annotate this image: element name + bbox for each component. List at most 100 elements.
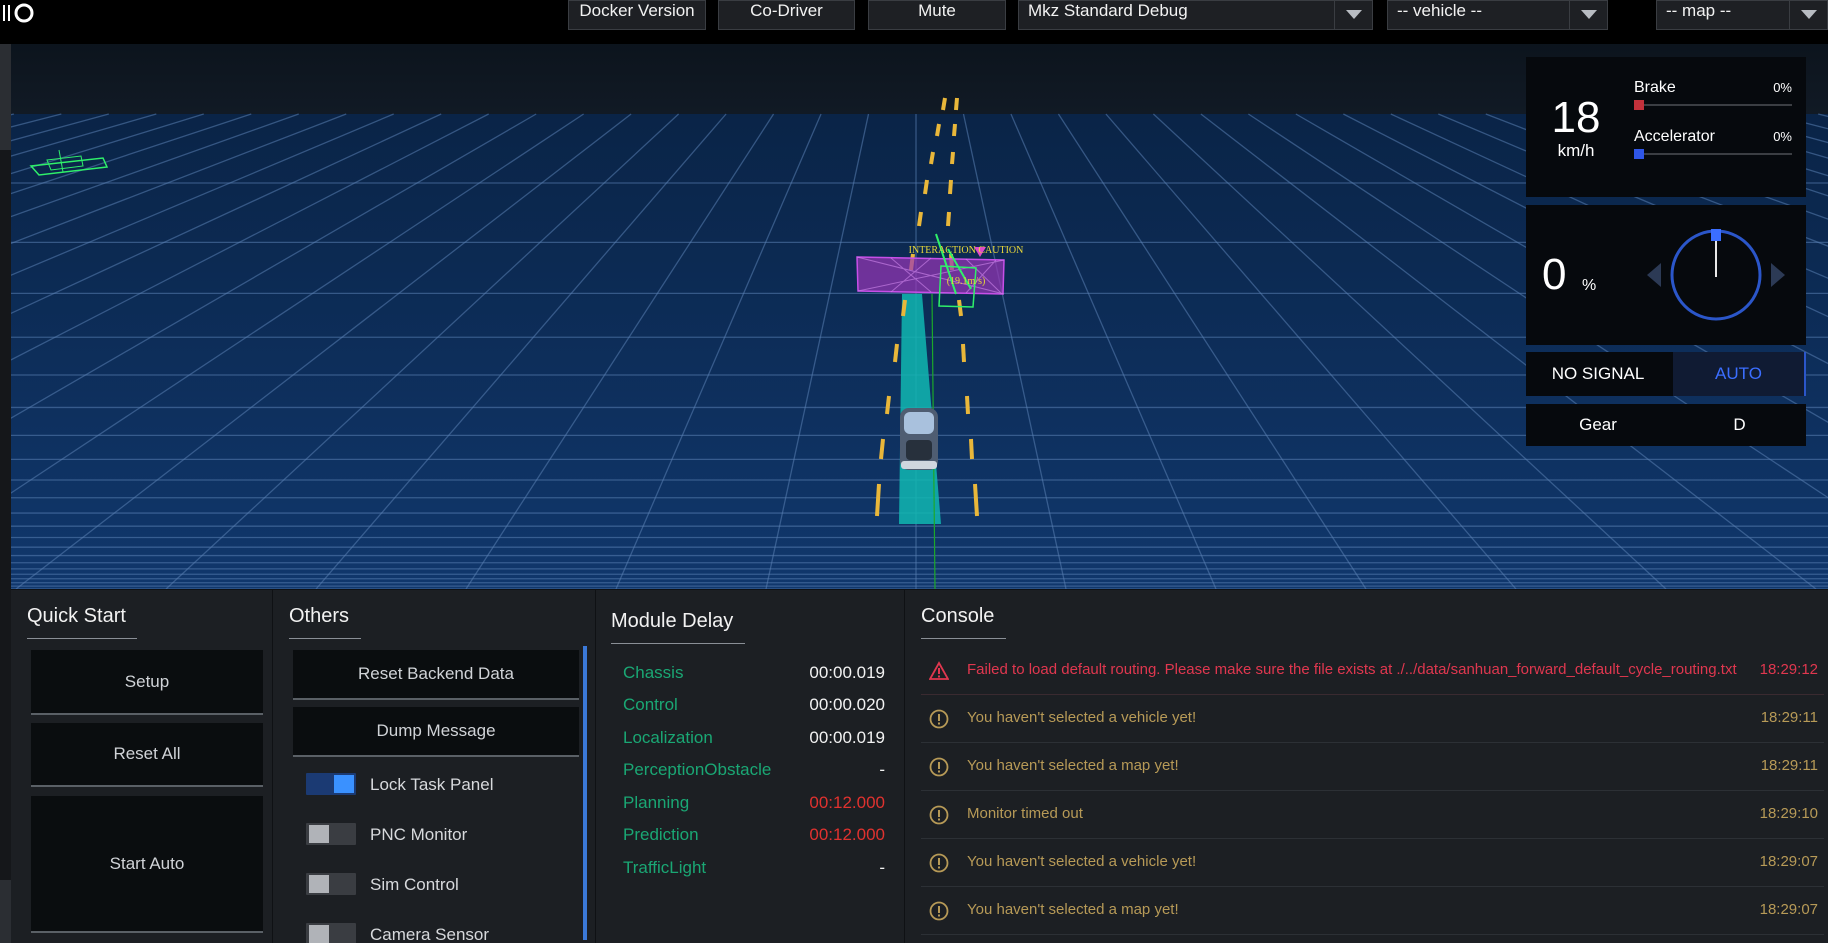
console-message: You haven't selected a vehicle yet! 18:2… <box>921 695 1824 743</box>
module-name: Control <box>623 695 678 714</box>
module-delay-value: - <box>879 760 885 779</box>
sim-control-toggle[interactable] <box>306 873 356 895</box>
top-header: Docker Version Co-Driver Mute Mkz Standa… <box>0 0 1828 44</box>
title-underline <box>921 638 1006 639</box>
toggle-knob <box>309 925 329 943</box>
console-message-time: 18:29:07 <box>1759 853 1818 870</box>
lock-task-panel-toggle[interactable] <box>306 773 356 795</box>
brake-label: Brake <box>1634 79 1676 96</box>
console-message: Failed to load default routing. Please m… <box>921 647 1824 695</box>
gear-label: Gear <box>1579 415 1617 434</box>
console-message: You haven't selected a map yet! 18:29:11 <box>921 743 1824 791</box>
reset-all-button[interactable]: Reset All <box>31 723 263 787</box>
accelerator-meter <box>1634 153 1792 155</box>
speed-unit: km/h <box>1557 141 1595 160</box>
ego-vehicle <box>900 408 938 470</box>
dump-message-button[interactable]: Dump Message <box>293 707 579 757</box>
warning-icon <box>929 709 949 729</box>
title-underline <box>289 638 361 639</box>
scene-view[interactable]: INTERACTION CAUTION (19.1m/s) 18 km/h Br… <box>11 44 1828 589</box>
module-delay-row: Localization 00:00.019 <box>623 728 885 760</box>
lock-task-panel-label: Lock Task Panel <box>370 775 494 794</box>
mode-select[interactable]: Mkz Standard Debug <box>1018 0 1373 30</box>
start-auto-button[interactable]: Start Auto <box>31 796 263 933</box>
rail-scroll-bottom[interactable] <box>0 880 11 943</box>
quick-start-panel: Quick Start Setup Reset All Start Auto <box>11 590 272 943</box>
accelerator-meter-fill <box>1634 149 1644 159</box>
module-name: TrafficLight <box>623 858 707 877</box>
signal-panel: NO SIGNAL AUTO <box>1526 352 1806 396</box>
mode-select-value: Mkz Standard Debug <box>1028 1 1188 20</box>
speed-value: 18 <box>1551 93 1601 142</box>
module-delay-value: 00:12.000 <box>809 825 885 844</box>
module-delay-value: 00:00.020 <box>809 695 885 714</box>
module-delay-value: 00:00.019 <box>809 663 885 682</box>
map-select[interactable]: -- map -- <box>1656 0 1828 30</box>
chevron-down-icon[interactable] <box>1789 1 1827 29</box>
toggle-knob <box>334 775 354 793</box>
apollo-logo <box>3 3 34 23</box>
map-select-value: -- map -- <box>1666 1 1732 20</box>
speed-panel: 18 km/h Brake 0% Accelerator 0% <box>1526 57 1806 197</box>
co-driver-button[interactable]: Co-Driver <box>718 0 855 30</box>
rail-scroll-top[interactable] <box>0 44 11 150</box>
camera-sensor-toggle[interactable] <box>306 923 356 943</box>
console-message-time: 18:29:11 <box>1760 757 1818 774</box>
mute-button[interactable]: Mute <box>868 0 1006 30</box>
module-delay-panel: Module Delay Chassis 00:00.019 Control 0… <box>596 590 904 943</box>
brake-meter <box>1634 104 1792 106</box>
gear-value: D <box>1733 415 1746 434</box>
module-delay-row: PerceptionObstacle - <box>623 760 885 792</box>
console-message-text: Monitor timed out <box>967 805 1083 822</box>
gear-panel: Gear D <box>1526 404 1806 446</box>
console-message-time: 18:29:07 <box>1759 901 1818 918</box>
toggle-knob <box>309 875 329 893</box>
quick-start-title: Quick Start <box>27 605 126 627</box>
brake-percent: 0% <box>1773 80 1792 95</box>
steering-panel: 0 % <box>1526 205 1806 345</box>
others-scrollbar[interactable] <box>583 646 587 940</box>
reset-backend-data-button[interactable]: Reset Backend Data <box>293 650 579 700</box>
console-message: You haven't selected a map yet! 18:29:07 <box>921 887 1824 935</box>
warning-icon <box>929 757 949 777</box>
error-icon <box>929 661 949 680</box>
toggle-knob <box>309 825 329 843</box>
module-delay-row: Chassis 00:00.019 <box>623 663 885 695</box>
module-delay-row: Planning 00:12.000 <box>623 793 885 825</box>
pnc-monitor-toggle[interactable] <box>306 823 356 845</box>
chevron-down-icon[interactable] <box>1334 1 1372 29</box>
module-delay-value: 00:12.000 <box>809 793 885 812</box>
steering-unit: % <box>1582 277 1597 294</box>
module-delay-value: - <box>879 858 885 877</box>
module-name: Chassis <box>623 663 684 682</box>
driving-mode-status: AUTO <box>1673 352 1806 396</box>
module-name: Planning <box>623 793 690 812</box>
console-message: Monitor timed out 18:29:10 <box>921 791 1824 839</box>
module-name: Prediction <box>623 825 699 844</box>
warning-icon <box>929 853 949 873</box>
console-message-text: You haven't selected a vehicle yet! <box>967 709 1197 726</box>
brake-meter-fill <box>1634 100 1644 110</box>
module-name: Localization <box>623 728 713 747</box>
setup-button[interactable]: Setup <box>31 650 263 715</box>
warning-icon <box>929 805 949 825</box>
module-delay-value: 00:00.019 <box>809 728 885 747</box>
console-message-text: You haven't selected a map yet! <box>967 901 1179 918</box>
steering-wheel-icon <box>1647 229 1785 321</box>
console-message-text: Failed to load default routing. Please m… <box>967 661 1737 678</box>
chevron-down-icon[interactable] <box>1569 1 1607 29</box>
obstacle-label: INTERACTION CAUTION <box>909 245 1024 256</box>
accelerator-label: Accelerator <box>1634 128 1715 145</box>
module-delay-row: Control 00:00.020 <box>623 695 885 727</box>
warning-icon <box>929 901 949 921</box>
docker-version-button[interactable]: Docker Version <box>568 0 706 30</box>
console-message: You haven't selected a vehicle yet! 18:2… <box>921 839 1824 887</box>
console-message-time: 18:29:11 <box>1760 709 1818 726</box>
console-message-text: You haven't selected a vehicle yet! <box>967 853 1197 870</box>
vehicle-select[interactable]: -- vehicle -- <box>1387 0 1608 30</box>
steering-value: 0 <box>1542 250 1567 299</box>
accelerator-percent: 0% <box>1773 129 1792 144</box>
obstacle-speed: (19.1m/s) <box>947 276 986 287</box>
camera-sensor-label: Camera Sensor <box>370 925 490 943</box>
others-panel: Others Reset Backend Data Dump Message L… <box>273 590 595 943</box>
